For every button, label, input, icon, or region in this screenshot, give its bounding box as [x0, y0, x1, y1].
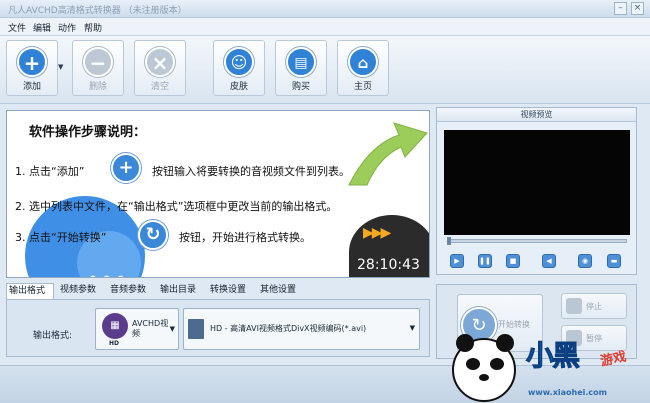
watermark-subbrand: 游戏	[599, 349, 628, 370]
panda-logo-icon	[452, 334, 516, 402]
title-bar: 凡人AVCHD高清格式转换器 （未注册版本） – ×	[0, 0, 650, 18]
start-convert-icon: ↻	[138, 220, 168, 250]
panda-ear	[496, 334, 514, 352]
tab-other-settings[interactable]: 其他设置	[258, 283, 298, 299]
site-watermark: 小黑 游戏 www.xiaohei.com	[452, 328, 650, 403]
add-button[interactable]: + 添加	[6, 40, 58, 96]
format-category-value: AVCHD视频	[132, 319, 169, 338]
format-profile-value: HD - 高清AVI视频格式DivX视频编码(*.avi)	[210, 324, 367, 333]
close-button[interactable]: ×	[631, 2, 644, 15]
output-format-panel: 输出格式: ▦ HD AVCHD视频 ▼ HD - 高清AVI视频格式DivX视…	[6, 299, 430, 357]
toolbar: + 添加 ▼ − 删除 × 清空 ☺ 皮肤 ▤ 购买 ⌂ 主页	[0, 36, 650, 104]
stop-button[interactable]: 停止	[561, 293, 627, 319]
tab-video-params[interactable]: 视频参数	[58, 283, 98, 299]
skin-label: 皮肤	[229, 82, 248, 92]
home-button[interactable]: ⌂ 主页	[337, 40, 389, 96]
video-file-icon	[188, 319, 204, 339]
x-icon: ×	[145, 47, 175, 77]
panda-nose	[479, 374, 489, 381]
menu-file[interactable]: 文件	[8, 21, 26, 34]
guide-step-3-start: 3. 点击“开始转换”	[15, 231, 107, 244]
guide-step-1-end: 按钮输入将要转换的音视频文件到列表。	[152, 165, 350, 178]
add-plus-icon: +	[111, 153, 141, 183]
chevron-down-icon: ▼	[409, 324, 415, 332]
hd-badge: HD	[109, 340, 120, 347]
menu-help[interactable]: 帮助	[84, 21, 102, 34]
preview-title: 视频预览	[437, 108, 636, 122]
watermark-brand: 小黑	[525, 339, 580, 373]
skin-button[interactable]: ☺ 皮肤	[213, 40, 265, 96]
volume-icon[interactable]: ◀	[542, 254, 556, 268]
timer-readout: 28:10:43	[357, 257, 420, 273]
smiley-icon: ☺	[224, 47, 254, 77]
open-folder-icon[interactable]: ▬	[607, 254, 621, 268]
timer-graphic: ▶▶▶ 28:10:43	[349, 215, 429, 277]
pause-icon[interactable]: ❚❚	[478, 254, 492, 268]
menu-action[interactable]: 动作	[58, 21, 76, 34]
settings-tabs: 输出格式 视频参数 音频参数 输出目录 转换设置 其他设置	[6, 283, 430, 299]
tab-audio-params[interactable]: 音频参数	[108, 283, 148, 299]
green-arrow-graphic	[348, 122, 428, 186]
panda-ear	[456, 334, 474, 352]
seek-handle[interactable]	[447, 237, 451, 245]
menu-edit[interactable]: 编辑	[33, 21, 51, 34]
menu-bar: 文件 编辑 动作 帮助	[0, 18, 650, 36]
output-format-label: 输出格式:	[33, 331, 73, 341]
video-preview-panel: 视频预览 ▶ ❚❚ ■ ◀ ◉ ▬	[436, 107, 637, 275]
tab-output-dir[interactable]: 输出目录	[158, 283, 198, 299]
minus-icon: −	[83, 47, 113, 77]
panda-eye	[466, 358, 480, 370]
guide-step-3-end: 按钮，开始进行格式转换。	[179, 231, 311, 244]
tab-convert-settings[interactable]: 转换设置	[208, 283, 248, 299]
stop-label: 停止	[586, 302, 602, 311]
guide-step-2: 2. 选中列表中文件，在“输出格式”选项框中更改当前的输出格式。	[15, 200, 338, 213]
snapshot-icon[interactable]: ◉	[578, 254, 592, 268]
home-icon: ⌂	[348, 47, 378, 77]
stop-icon[interactable]: ■	[506, 254, 520, 268]
format-category-select[interactable]: ▦ HD AVCHD视频 ▼	[95, 308, 179, 350]
delete-button[interactable]: − 删除	[72, 40, 124, 96]
cart-icon: ▤	[286, 47, 316, 77]
instructions-panel: ••• ▶▶▶ 28:10:43 软件操作步骤说明： 1. 点击“添加” + 按…	[6, 110, 430, 278]
chevron-down-icon: ▼	[169, 325, 175, 333]
add-label: 添加	[22, 82, 41, 92]
guide-step-1-start: 1. 点击“添加”	[15, 165, 85, 178]
video-screen	[444, 130, 630, 235]
stop-icon	[566, 298, 582, 314]
delete-label: 删除	[88, 82, 107, 92]
home-label: 主页	[353, 82, 372, 92]
avchd-film-icon: ▦	[102, 313, 128, 339]
plus-icon: +	[17, 47, 47, 77]
clear-button[interactable]: × 清空	[134, 40, 186, 96]
play-icon[interactable]: ▶	[450, 254, 464, 268]
format-profile-select[interactable]: HD - 高清AVI视频格式DivX视频编码(*.avi) ▼	[183, 308, 420, 350]
add-dropdown-icon[interactable]: ▼	[58, 63, 63, 71]
guide-heading: 软件操作步骤说明：	[29, 125, 147, 140]
forward-chevrons-icon: ▶▶▶	[363, 225, 391, 241]
window-title: 凡人AVCHD高清格式转换器 （未注册版本）	[8, 6, 187, 16]
panda-eye	[490, 358, 504, 370]
minimize-button[interactable]: –	[614, 2, 627, 15]
seek-bar[interactable]	[447, 237, 627, 245]
buy-label: 购买	[291, 82, 310, 92]
tab-output-format[interactable]: 输出格式	[6, 283, 54, 299]
chat-dots-icon: •••	[87, 267, 128, 277]
clear-label: 清空	[150, 82, 169, 92]
watermark-url: www.xiaohei.com	[528, 388, 607, 397]
buy-button[interactable]: ▤ 购买	[275, 40, 327, 96]
